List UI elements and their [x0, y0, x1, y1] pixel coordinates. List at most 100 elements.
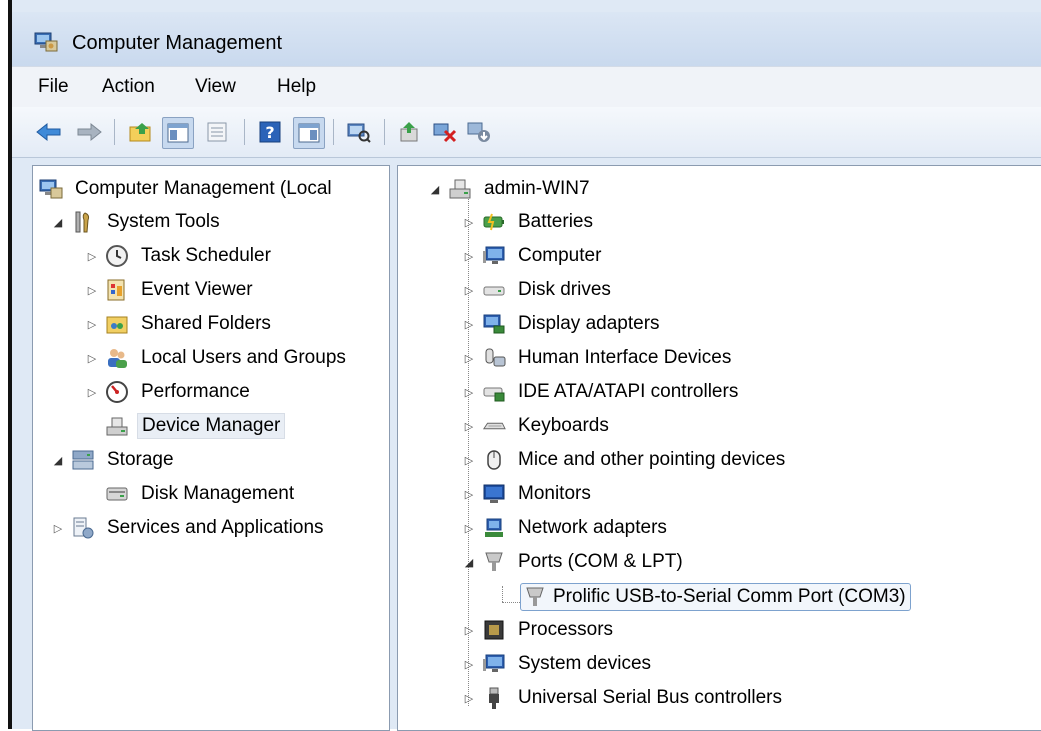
device-prolific-usb-serial-port[interactable]: Prolific USB-to-Serial Comm Port (COM3) — [520, 582, 911, 612]
device-category-batteries[interactable]: ▷ Batteries — [462, 207, 597, 237]
tree-node-performance[interactable]: ▷ Performance — [85, 377, 254, 407]
properties-icon[interactable] — [204, 119, 230, 145]
title-bar[interactable]: Computer Management — [12, 12, 1041, 66]
device-category-ide-ata[interactable]: ▷ IDE ATA/ATAPI controllers — [462, 377, 742, 407]
device-category-computer[interactable]: ▷ Computer — [462, 241, 605, 271]
event-viewer-icon — [105, 278, 129, 302]
expand-arrow-icon[interactable]: ▷ — [85, 283, 99, 297]
collapse-arrow-icon[interactable]: ◢ — [428, 182, 442, 196]
menu-view[interactable]: View — [193, 76, 238, 98]
device-category-disk-drives[interactable]: ▷ Disk drives — [462, 275, 615, 305]
disable-device-icon[interactable] — [466, 119, 492, 145]
scan-hardware-icon[interactable] — [346, 119, 372, 145]
tree-node-computer-management[interactable]: Computer Management (Local — [39, 174, 336, 204]
device-category-network-adapters[interactable]: ▷ Network adapters — [462, 513, 671, 543]
monitor-icon — [482, 244, 506, 268]
collapse-arrow-icon[interactable]: ◢ — [51, 453, 65, 467]
device-category-mice[interactable]: ▷ Mice and other pointing devices — [462, 445, 789, 475]
tree-label: Computer Management (Local — [75, 178, 332, 199]
tree-label: Shared Folders — [141, 313, 271, 334]
device-category-label: IDE ATA/ATAPI controllers — [518, 381, 739, 402]
tree-label: Services and Applications — [107, 517, 324, 538]
display-adapter-icon — [482, 312, 506, 336]
tree-node-event-viewer[interactable]: ▷ Event Viewer — [85, 275, 257, 305]
expand-arrow-icon[interactable]: ▷ — [462, 453, 476, 467]
expand-arrow-icon[interactable]: ▷ — [85, 249, 99, 263]
battery-icon — [482, 210, 506, 234]
uninstall-device-icon[interactable] — [432, 119, 458, 145]
device-category-label: Disk drives — [518, 279, 611, 300]
monitor-icon — [482, 482, 506, 506]
device-category-usb-controllers[interactable]: ▷ Universal Serial Bus controllers — [462, 683, 786, 713]
expand-arrow-icon[interactable]: ▷ — [462, 249, 476, 263]
collapse-arrow-icon[interactable]: ◢ — [51, 215, 65, 229]
expand-arrow-icon[interactable]: ▷ — [462, 385, 476, 399]
device-category-label: Human Interface Devices — [518, 347, 732, 368]
expand-arrow-icon[interactable]: ▷ — [462, 487, 476, 501]
tree-node-services-applications[interactable]: ▷ Services and Applications — [51, 513, 328, 543]
disk-drive-icon — [482, 278, 506, 302]
device-category-processors[interactable]: ▷ Processors — [462, 615, 617, 645]
expand-arrow-icon[interactable]: ▷ — [462, 283, 476, 297]
port-connector-icon — [523, 585, 547, 609]
tree-node-device-manager[interactable]: Device Manager — [105, 411, 286, 441]
device-category-keyboards[interactable]: ▷ Keyboards — [462, 411, 613, 441]
tree-label: System Tools — [107, 211, 220, 232]
menu-help[interactable]: Help — [275, 76, 318, 98]
device-category-label: Processors — [518, 619, 614, 640]
hid-icon — [482, 346, 506, 370]
expand-arrow-icon[interactable]: ▷ — [462, 691, 476, 705]
tree-node-task-scheduler[interactable]: ▷ Task Scheduler — [85, 241, 275, 271]
forward-arrow-icon[interactable] — [76, 119, 102, 145]
back-arrow-icon[interactable] — [36, 119, 62, 145]
svg-text:?: ? — [265, 123, 274, 142]
tree-node-shared-folders[interactable]: ▷ Shared Folders — [85, 309, 275, 339]
toolbar-separator — [114, 119, 115, 145]
tree-node-disk-management[interactable]: Disk Management — [105, 479, 298, 509]
device-tree-root[interactable]: ◢ admin-WIN7 — [428, 174, 594, 204]
device-category-system-devices[interactable]: ▷ System devices — [462, 649, 655, 679]
show-hide-action-pane-icon[interactable] — [293, 117, 325, 149]
show-hide-tree-icon[interactable] — [162, 117, 194, 149]
help-icon[interactable]: ? — [257, 119, 283, 145]
device-tree-pane: ◢ admin-WIN7 ▷ Batteries ▷ Computer ▷ Di… — [397, 165, 1041, 731]
device-category-label: Mice and other pointing devices — [518, 449, 786, 470]
expand-arrow-icon[interactable]: ▷ — [462, 351, 476, 365]
expand-arrow-icon[interactable]: ▷ — [85, 317, 99, 331]
expand-arrow-icon[interactable]: ▷ — [85, 351, 99, 365]
update-driver-icon[interactable] — [398, 119, 424, 145]
device-label: Prolific USB-to-Serial Comm Port (COM3) — [553, 586, 906, 607]
device-category-label: Monitors — [518, 483, 591, 504]
expand-arrow-icon[interactable]: ▷ — [462, 657, 476, 671]
tree-node-system-tools[interactable]: ◢ System Tools — [51, 207, 224, 237]
console-tree-pane: Computer Management (Local ◢ System Tool… — [32, 165, 390, 731]
toolbar: ? — [12, 107, 1041, 158]
expand-arrow-icon[interactable]: ▷ — [462, 419, 476, 433]
tree-label-selected: Device Manager — [137, 413, 286, 439]
device-category-hid[interactable]: ▷ Human Interface Devices — [462, 343, 735, 373]
tree-label: Disk Management — [141, 483, 295, 504]
collapse-arrow-icon[interactable]: ◢ — [462, 555, 476, 569]
tree-node-storage[interactable]: ◢ Storage — [51, 445, 178, 475]
expand-arrow-icon[interactable]: ▷ — [462, 521, 476, 535]
device-category-ports[interactable]: ◢ Ports (COM & LPT) — [462, 547, 687, 577]
expand-arrow-icon[interactable]: ▷ — [462, 623, 476, 637]
tree-node-local-users-groups[interactable]: ▷ Local Users and Groups — [85, 343, 350, 373]
menu-file[interactable]: File — [36, 76, 71, 98]
expand-arrow-icon[interactable]: ▷ — [462, 215, 476, 229]
device-category-label: Universal Serial Bus controllers — [518, 687, 782, 708]
tree-label: Storage — [107, 449, 174, 470]
device-category-display-adapters[interactable]: ▷ Display adapters — [462, 309, 664, 339]
computer-device-icon — [448, 177, 472, 201]
expand-arrow-icon[interactable]: ▷ — [85, 385, 99, 399]
menu-action[interactable]: Action — [100, 76, 157, 98]
usb-icon — [482, 686, 506, 710]
desktop-edge — [0, 0, 8, 729]
computer-management-icon — [34, 31, 58, 53]
device-category-monitors[interactable]: ▷ Monitors — [462, 479, 595, 509]
computer-management-icon — [39, 177, 63, 201]
expand-arrow-icon[interactable]: ▷ — [462, 317, 476, 331]
device-tree-root-label: admin-WIN7 — [484, 178, 590, 199]
up-folder-icon[interactable] — [128, 119, 154, 145]
expand-arrow-icon[interactable]: ▷ — [51, 521, 65, 535]
